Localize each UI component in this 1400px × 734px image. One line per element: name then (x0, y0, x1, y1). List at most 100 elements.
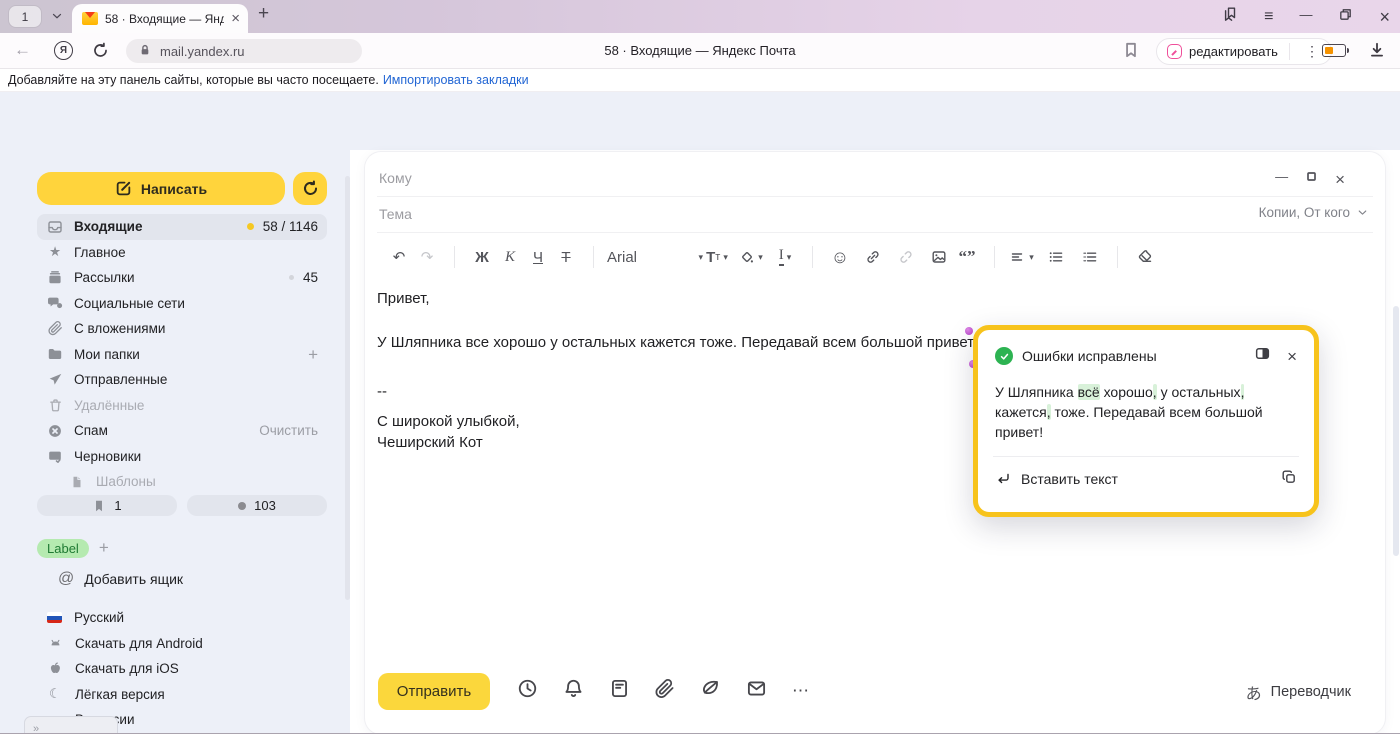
attach-disk-icon[interactable] (700, 678, 721, 704)
refresh-button[interactable] (293, 172, 327, 205)
folder-spam[interactable]: Спам Очистить (37, 418, 327, 444)
strikethrough-button[interactable]: Т (552, 243, 580, 271)
reload-icon[interactable] (92, 42, 109, 64)
attach-mail-icon[interactable] (746, 678, 767, 704)
clear-spam-button[interactable]: Очистить (259, 423, 318, 438)
page-title: 58 · Входящие — Яндекс Почта (500, 43, 900, 58)
attach-file-icon[interactable] (655, 679, 675, 704)
folder-attachments[interactable]: С вложениями (37, 316, 327, 342)
folder-sent[interactable]: Отправленные (37, 367, 327, 393)
download-ios-link[interactable]: Скачать для iOS (47, 656, 327, 682)
unread-filter-pill[interactable]: 103 (187, 495, 327, 516)
popup-close-icon[interactable]: × (1287, 348, 1297, 365)
new-tab-button[interactable]: + (258, 3, 269, 25)
tab-counter-button[interactable]: 1 (8, 5, 42, 28)
bookmarked-filter-pill[interactable]: 1 (37, 495, 177, 516)
mail-sidebar: Написать Входящие 58 / 1146 ★ Главное Ра… (0, 150, 350, 734)
folder-my-folders[interactable]: Мои папки + (37, 342, 327, 368)
insert-image-button[interactable] (925, 243, 953, 271)
send-button[interactable]: Отправить (378, 673, 490, 710)
folder-templates[interactable]: Шаблоны (37, 469, 327, 495)
compose-minimize-icon[interactable]: — (1275, 169, 1288, 184)
redo-icon[interactable]: ↷ (413, 243, 441, 271)
emoji-button[interactable]: ☺ (826, 243, 854, 271)
undo-icon[interactable]: ↶ (385, 243, 413, 271)
font-size-select[interactable]: Tт▾ (703, 243, 731, 271)
yandex-mail-favicon-icon (82, 12, 98, 25)
window-minimize-button[interactable]: — (1299, 7, 1312, 22)
align-button[interactable]: ▾ (1008, 243, 1036, 271)
bookmark-flag-icon[interactable] (1122, 41, 1140, 64)
bookmarks-hint-bar: Добавляйте на эту панель сайты, которые … (0, 69, 1400, 92)
download-android-link[interactable]: Скачать для Android (47, 631, 327, 657)
underline-button[interactable]: Ч (524, 243, 552, 271)
quote-button[interactable]: “” (953, 243, 981, 271)
translator-button[interactable]: あ Переводчик (1246, 680, 1351, 704)
add-label-icon[interactable]: + (99, 538, 109, 558)
browser-toolbar: ← Я mail.yandex.ru 58 · Входящие — Яндек… (0, 33, 1400, 69)
tab-list-chevron-icon[interactable] (50, 9, 64, 28)
to-field[interactable]: Кому (379, 170, 412, 186)
profile-icon[interactable]: Я (54, 41, 73, 60)
numbered-list-button[interactable] (1076, 243, 1104, 271)
unlink-button[interactable] (892, 243, 920, 271)
spam-icon (47, 423, 63, 439)
dot-icon (238, 502, 246, 510)
label-tag[interactable]: Label (37, 539, 89, 558)
selection-handle[interactable] (965, 327, 973, 335)
light-version-link[interactable]: ☾ Лёгкая версия (47, 682, 327, 708)
back-icon[interactable]: ← (14, 40, 31, 60)
folder-main[interactable]: ★ Главное (37, 240, 327, 266)
window-close-button[interactable]: × (1379, 8, 1390, 26)
collapsed-widget[interactable]: » (24, 716, 118, 734)
split-view-icon[interactable] (1254, 345, 1271, 367)
android-icon (47, 636, 63, 651)
more-options-icon[interactable]: ⋯ (792, 681, 811, 701)
cc-from-toggle[interactable]: Копии, От кого (1259, 205, 1369, 220)
font-family-select[interactable]: Arial ▾ (607, 249, 703, 266)
hint-text: Добавляйте на эту панель сайты, которые … (8, 73, 379, 87)
bold-button[interactable]: Ж (468, 243, 496, 271)
downloads-icon[interactable] (1368, 41, 1386, 64)
star-icon: ★ (47, 244, 63, 260)
folder-drafts[interactable]: Черновики (37, 444, 327, 470)
tab-close-icon[interactable]: × (231, 11, 240, 26)
italic-button[interactable]: К (496, 243, 524, 271)
folder-inbox[interactable]: Входящие 58 / 1146 (37, 214, 327, 240)
insert-text-button[interactable]: Вставить текст (995, 471, 1118, 487)
copy-icon[interactable] (1281, 469, 1297, 490)
compose-expand-icon[interactable] (1305, 170, 1318, 188)
folder-newsletters[interactable]: Рассылки 45 (37, 265, 327, 291)
folder-trash[interactable]: Удалённые (37, 393, 327, 419)
check-circle-icon (995, 347, 1013, 365)
bullet-list-button[interactable] (1042, 243, 1070, 271)
window-restore-button[interactable] (1338, 7, 1353, 27)
tab-bar: 1 58 · Входящие — Яндек × + ≡ — × (0, 0, 1400, 33)
sidebar-footer: Русский Скачать для Android Скачать для … (47, 605, 327, 733)
add-folder-icon[interactable]: + (308, 346, 318, 363)
compose-button[interactable]: Написать (37, 172, 285, 205)
language-link[interactable]: Русский (47, 605, 327, 631)
import-bookmarks-link[interactable]: Импортировать закладки (383, 73, 529, 87)
text-color-button[interactable]: I▾ (771, 243, 799, 271)
lock-icon (138, 43, 152, 60)
paperclip-icon (47, 321, 63, 336)
page-scrollbar[interactable] (1393, 306, 1399, 556)
template-note-icon[interactable] (609, 678, 630, 704)
bookmarks-panel-icon[interactable] (1222, 6, 1238, 27)
folder-social[interactable]: Социальные сети (37, 291, 327, 317)
clear-format-button[interactable] (1131, 243, 1159, 271)
address-bar[interactable]: mail.yandex.ru (126, 39, 362, 63)
schedule-clock-icon[interactable] (517, 678, 538, 704)
inbox-icon (47, 219, 63, 235)
subject-field[interactable]: Тема (379, 206, 412, 222)
highlight-color-button[interactable]: ▾ (737, 243, 765, 271)
compose-close-icon[interactable]: × (1335, 171, 1345, 188)
edit-bookmarks-button[interactable]: редактировать ⋮ (1156, 38, 1332, 65)
link-button[interactable] (859, 243, 887, 271)
browser-menu-icon[interactable]: ≡ (1264, 8, 1273, 26)
browser-tab[interactable]: 58 · Входящие — Яндек × (72, 4, 248, 33)
notify-bell-icon[interactable] (563, 678, 584, 704)
battery-icon (1322, 44, 1346, 57)
add-mailbox-button[interactable]: @ Добавить ящик (58, 570, 183, 588)
